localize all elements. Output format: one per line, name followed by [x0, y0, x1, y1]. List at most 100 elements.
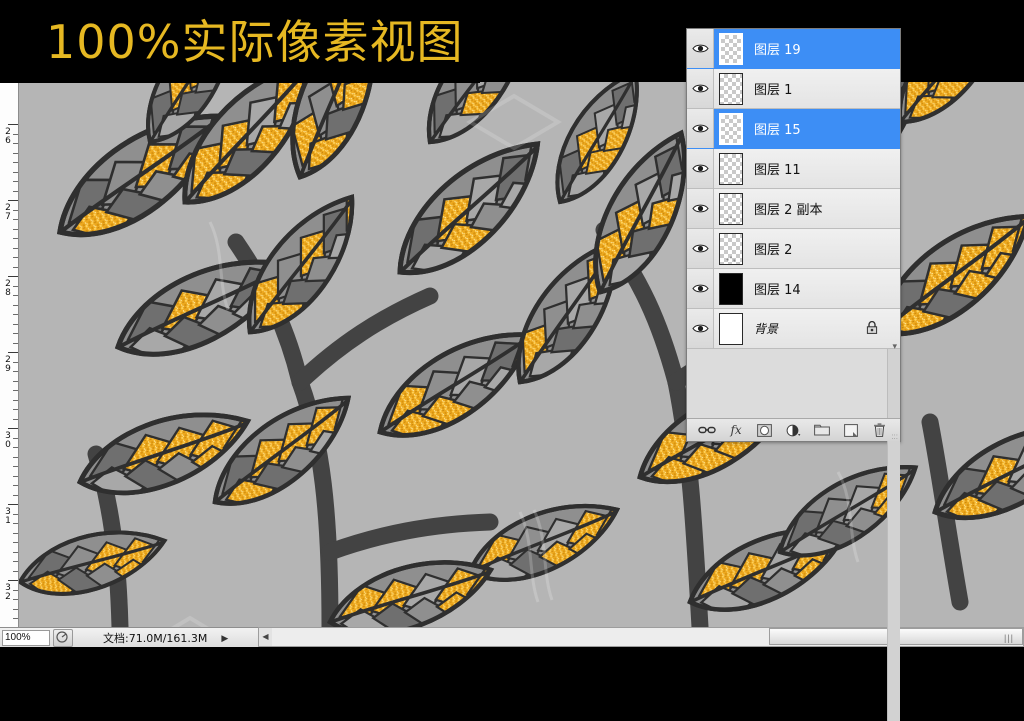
- ruler-tick-minor: [13, 542, 18, 543]
- fx-icon[interactable]: fx: [726, 422, 746, 438]
- ruler-tick-minor: [13, 608, 18, 610]
- folder-icon[interactable]: [812, 422, 832, 438]
- layer-name: 图层 15: [754, 123, 801, 138]
- eye-icon[interactable]: [687, 309, 714, 348]
- ruler-tick-major: [8, 428, 18, 429]
- horizontal-scroll-track[interactable]: |||: [272, 628, 1023, 646]
- layer-thumbnail[interactable]: [719, 232, 743, 265]
- ruler-tick-minor: [13, 551, 18, 553]
- ruler-tick-major: [8, 580, 18, 581]
- document-size-info: 文档:71.0M/161.3M: [103, 632, 208, 645]
- ruler-tick-minor: [13, 314, 18, 315]
- layer-thumbnail[interactable]: [719, 72, 743, 105]
- ruler-tick-minor: [13, 238, 18, 239]
- status-expand-arrow-icon[interactable]: ▶: [221, 633, 228, 644]
- ruler-tick-minor: [13, 409, 18, 410]
- trash-icon[interactable]: [870, 422, 890, 438]
- bottom-black-strip: [0, 647, 1024, 661]
- layer-thumbnail[interactable]: [719, 272, 743, 305]
- layers-panel-scroll-column[interactable]: [887, 349, 900, 721]
- ruler-tick-minor: [13, 513, 18, 515]
- layer-row[interactable]: 图层 2 副本: [687, 189, 900, 229]
- layer-row[interactable]: 图层 14: [687, 269, 900, 309]
- ruler-tick-minor: [13, 523, 18, 524]
- ruler-tick-minor: [13, 133, 18, 135]
- ruler-tick-major: [8, 352, 18, 353]
- ruler-tick-minor: [13, 209, 18, 211]
- eye-icon[interactable]: [687, 189, 714, 228]
- status-preview-button[interactable]: [53, 629, 73, 647]
- ruler-tick-minor: [13, 380, 18, 382]
- layer-row[interactable]: 图层 11: [687, 149, 900, 189]
- layers-panel[interactable]: 图层 19 图层 1 图层 15 图层 11 图层 2 副本 图层 2 图层 14 背景 ▾ …: [686, 28, 901, 721]
- layer-name: 图层 19: [754, 43, 801, 58]
- layer-name: 图层 1: [754, 83, 793, 98]
- layer-name: 背景: [754, 322, 779, 336]
- layer-name: 图层 11: [754, 163, 801, 178]
- zoom-level-field[interactable]: 100%: [2, 630, 50, 646]
- ruler-tick-minor: [13, 570, 18, 572]
- adjustment-icon[interactable]: [783, 422, 803, 438]
- ruler-tick-minor: [13, 162, 18, 163]
- ruler-tick-minor: [13, 361, 18, 363]
- new-layer-icon[interactable]: [841, 422, 861, 438]
- ruler-tick-minor: [13, 285, 18, 287]
- scroll-down-arrow-icon[interactable]: ▾: [892, 341, 897, 352]
- ruler-tick-minor: [13, 475, 18, 477]
- layer-name: 图层 14: [754, 283, 801, 298]
- scroll-thumb-grip: |||: [1003, 633, 1014, 643]
- ruler-tick-minor: [13, 599, 18, 600]
- layer-row[interactable]: 图层 15: [687, 109, 900, 149]
- ruler-tick-minor: [13, 532, 18, 534]
- layer-thumbnail[interactable]: [719, 152, 743, 185]
- layer-row[interactable]: 图层 19: [687, 29, 900, 69]
- ruler-tick-minor: [13, 323, 18, 325]
- horizontal-scrollbar[interactable]: ◀ |||: [258, 627, 1024, 647]
- vertical-ruler: 26272829303132: [0, 82, 19, 627]
- ruler-tick-major: [8, 504, 18, 505]
- ruler-tick-minor: [13, 190, 18, 192]
- banner-title-text: 100%实际像素视图: [46, 15, 464, 69]
- ruler-tick-minor: [13, 371, 18, 372]
- title-banner: 100%实际像素视图: [0, 0, 480, 83]
- layer-mask-icon[interactable]: [755, 422, 775, 438]
- eye-icon[interactable]: [687, 149, 714, 188]
- layer-name: 图层 2 副本: [754, 203, 823, 218]
- ruler-tick-minor: [13, 171, 18, 173]
- ruler-tick-minor: [13, 266, 18, 268]
- ruler-tick-minor: [13, 181, 18, 182]
- eye-icon[interactable]: [687, 69, 714, 108]
- layer-thumbnail[interactable]: [719, 192, 743, 225]
- ruler-tick-minor: [13, 618, 18, 619]
- ruler-tick-minor: [13, 399, 18, 401]
- panel-resize-grip[interactable]: :::: [891, 433, 898, 441]
- ruler-tick-minor: [13, 390, 18, 391]
- layers-panel-empty-space: ▾: [687, 341, 900, 721]
- layer-thumbnail[interactable]: [719, 312, 743, 345]
- ruler-tick-minor: [13, 437, 18, 439]
- layer-thumbnail[interactable]: [719, 112, 743, 145]
- eye-icon[interactable]: [687, 29, 714, 68]
- layer-thumbnail[interactable]: [719, 32, 743, 65]
- scroll-left-arrow-icon[interactable]: ◀: [259, 628, 272, 646]
- eye-icon[interactable]: [687, 229, 714, 268]
- ruler-tick-minor: [13, 257, 18, 258]
- ruler-tick-minor: [13, 152, 18, 154]
- ruler-tick-minor: [13, 228, 18, 230]
- eye-icon[interactable]: [687, 269, 714, 308]
- ruler-tick-minor: [13, 561, 18, 562]
- layer-row[interactable]: 图层 1: [687, 69, 900, 109]
- ruler-tick-minor: [13, 418, 18, 420]
- layers-panel-toolbar[interactable]: fx :::: [687, 418, 900, 441]
- ruler-tick-minor: [13, 304, 18, 306]
- layer-row[interactable]: 背景: [687, 309, 900, 349]
- lock-icon: [866, 320, 878, 339]
- ruler-tick-minor: [13, 456, 18, 458]
- layer-row[interactable]: 图层 2: [687, 229, 900, 269]
- layer-name: 图层 2: [754, 243, 793, 258]
- layers-list[interactable]: 图层 19 图层 1 图层 15 图层 11 图层 2 副本 图层 2 图层 14 背景: [687, 29, 900, 349]
- link-icon[interactable]: [697, 422, 717, 438]
- ruler-tick-minor: [13, 247, 18, 249]
- ruler-tick-major: [8, 276, 18, 277]
- eye-icon[interactable]: [687, 109, 714, 148]
